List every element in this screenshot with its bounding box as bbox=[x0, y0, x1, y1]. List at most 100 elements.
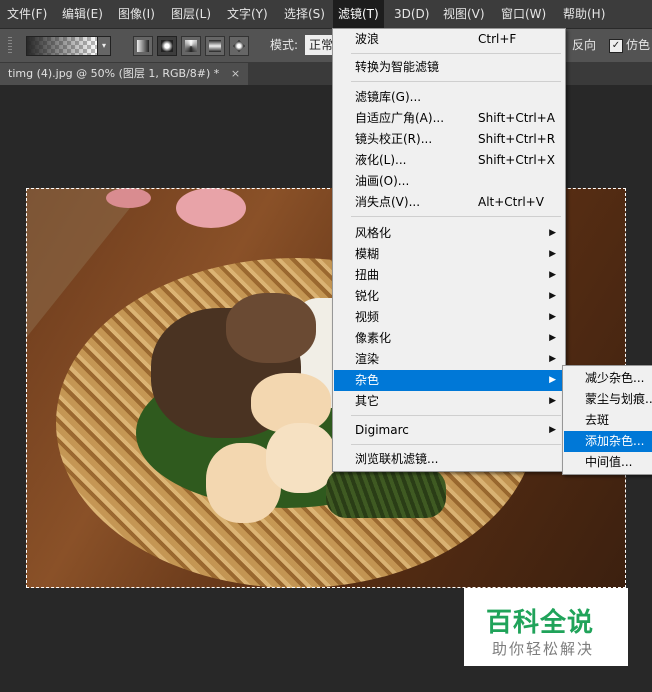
menu-item-label: 杂色 bbox=[355, 373, 380, 387]
menu-window[interactable]: 窗口(W) bbox=[496, 0, 551, 28]
menu-help[interactable]: 帮助(H) bbox=[558, 0, 610, 28]
filter-menu-item-distort[interactable]: 扭曲 ▶ bbox=[334, 265, 564, 286]
filter-menu-item-vanishing-point[interactable]: 消失点(V)... Alt+Ctrl+V bbox=[334, 192, 564, 213]
diamond-gradient-button[interactable] bbox=[229, 36, 249, 56]
menu-item-label: 滤镜库(G)... bbox=[355, 90, 422, 104]
angle-gradient-button[interactable] bbox=[181, 36, 201, 56]
submenu-arrow-icon: ▶ bbox=[549, 270, 556, 280]
submenu-arrow-icon: ▶ bbox=[549, 333, 556, 343]
filter-menu-item-last-filter[interactable]: 波浪 Ctrl+F bbox=[334, 29, 564, 50]
reflected-gradient-icon bbox=[209, 40, 221, 52]
filter-menu-item-adaptive-wide-angle[interactable]: 自适应广角(A)... Shift+Ctrl+A bbox=[334, 108, 564, 129]
noise-submenu-item-median[interactable]: 中间值... bbox=[564, 452, 652, 473]
submenu-arrow-icon: ▶ bbox=[549, 249, 556, 259]
noise-submenu: 减少杂色... 蒙尘与划痕... 去斑 添加杂色... 中间值... bbox=[562, 365, 652, 475]
menu-separator bbox=[351, 81, 561, 82]
submenu-arrow-icon: ▶ bbox=[549, 354, 556, 364]
menu-item-label: 消失点(V)... bbox=[355, 195, 421, 209]
watermark-title: 百科全说 bbox=[486, 608, 595, 638]
noise-submenu-item-dust-scratches[interactable]: 蒙尘与划痕... bbox=[564, 389, 652, 410]
menu-item-shortcut: Ctrl+F bbox=[478, 32, 517, 46]
canvas-photo-glass-2 bbox=[106, 188, 151, 208]
menu-item-label: 减少杂色... bbox=[585, 371, 645, 385]
filter-menu-item-stylize[interactable]: 风格化 ▶ bbox=[334, 223, 564, 244]
menu-item-label: 渲染 bbox=[355, 352, 380, 366]
menu-item-label: 锐化 bbox=[355, 289, 380, 303]
noise-submenu-item-reduce-noise[interactable]: 减少杂色... bbox=[564, 368, 652, 389]
reflected-gradient-button[interactable] bbox=[205, 36, 225, 56]
menu-item-label: 浏览联机滤镜... bbox=[355, 452, 439, 466]
menu-filter[interactable]: 滤镜(T) bbox=[333, 0, 384, 28]
close-tab-icon[interactable]: × bbox=[231, 67, 240, 80]
menu-separator bbox=[351, 216, 561, 217]
menu-item-label: 去斑 bbox=[585, 413, 610, 427]
linear-gradient-icon bbox=[137, 40, 149, 52]
menu-item-label: 自适应广角(A)... bbox=[355, 111, 445, 125]
menu-item-label: 蒙尘与划痕... bbox=[585, 392, 652, 406]
gradient-dropdown-button[interactable]: ▾ bbox=[97, 36, 111, 56]
menu-type[interactable]: 文字(Y) bbox=[222, 0, 273, 28]
submenu-arrow-icon: ▶ bbox=[549, 425, 556, 435]
menu-item-label: 视频 bbox=[355, 310, 380, 324]
radial-gradient-button[interactable] bbox=[157, 36, 177, 56]
menu-3d[interactable]: 3D(D) bbox=[389, 0, 434, 28]
dither-label: 仿色 bbox=[626, 38, 651, 52]
submenu-arrow-icon: ▶ bbox=[549, 375, 556, 385]
canvas-photo-chicken-wing bbox=[226, 293, 316, 363]
radial-gradient-icon bbox=[161, 40, 173, 52]
canvas-photo-cracker-3 bbox=[266, 423, 336, 493]
menu-item-label: 中间值... bbox=[585, 455, 633, 469]
filter-menu-item-video[interactable]: 视频 ▶ bbox=[334, 307, 564, 328]
diamond-gradient-icon bbox=[233, 40, 245, 52]
menu-item-label: 扭曲 bbox=[355, 268, 380, 282]
filter-menu-item-liquify[interactable]: 液化(L)... Shift+Ctrl+X bbox=[334, 150, 564, 171]
angle-gradient-icon bbox=[185, 40, 197, 52]
menu-item-label: 镜头校正(R)... bbox=[355, 132, 433, 146]
filter-menu-item-oil-paint[interactable]: 油画(O)... bbox=[334, 171, 564, 192]
menu-file[interactable]: 文件(F) bbox=[2, 0, 52, 28]
menu-item-label: 模糊 bbox=[355, 247, 380, 261]
canvas-photo-beans bbox=[326, 468, 446, 518]
filter-menu-item-digimarc[interactable]: Digimarc ▶ bbox=[334, 420, 564, 441]
menu-item-label: 波浪 bbox=[355, 32, 380, 46]
noise-submenu-item-add-noise[interactable]: 添加杂色... bbox=[564, 431, 652, 452]
menu-image[interactable]: 图像(I) bbox=[113, 0, 160, 28]
menu-separator bbox=[351, 53, 561, 54]
filter-menu-item-blur[interactable]: 模糊 ▶ bbox=[334, 244, 564, 265]
menu-item-label: 风格化 bbox=[355, 226, 392, 240]
filter-menu-item-sharpen[interactable]: 锐化 ▶ bbox=[334, 286, 564, 307]
reverse-label: 反向 bbox=[572, 38, 597, 52]
dither-checkbox[interactable]: ✓ bbox=[609, 39, 623, 53]
filter-menu-item-browse-online[interactable]: 浏览联机滤镜... bbox=[334, 449, 564, 470]
filter-menu-item-pixelate[interactable]: 像素化 ▶ bbox=[334, 328, 564, 349]
menu-item-shortcut: Shift+Ctrl+A bbox=[478, 111, 555, 125]
menu-item-shortcut: Alt+Ctrl+V bbox=[478, 195, 544, 209]
menu-item-label: 其它 bbox=[355, 394, 380, 408]
submenu-arrow-icon: ▶ bbox=[549, 228, 556, 238]
filter-menu-item-noise[interactable]: 杂色 ▶ bbox=[334, 370, 564, 391]
toolbar-grip-icon[interactable] bbox=[8, 37, 12, 53]
filter-menu-item-filter-gallery[interactable]: 滤镜库(G)... bbox=[334, 87, 564, 108]
filter-menu: 波浪 Ctrl+F 转换为智能滤镜 滤镜库(G)... 自适应广角(A)... … bbox=[332, 28, 566, 472]
menu-select[interactable]: 选择(S) bbox=[279, 0, 330, 28]
menu-layer[interactable]: 图层(L) bbox=[166, 0, 216, 28]
menu-item-label: 像素化 bbox=[355, 331, 392, 345]
menu-item-shortcut: Shift+Ctrl+R bbox=[478, 132, 556, 146]
menu-bar: 文件(F) 编辑(E) 图像(I) 图层(L) 文字(Y) 选择(S) 滤镜(T… bbox=[0, 0, 652, 29]
menu-item-label: Digimarc bbox=[355, 423, 409, 437]
filter-menu-item-smart-filter[interactable]: 转换为智能滤镜 bbox=[334, 57, 564, 78]
linear-gradient-button[interactable] bbox=[133, 36, 153, 56]
noise-submenu-item-despeckle[interactable]: 去斑 bbox=[564, 410, 652, 431]
filter-menu-item-other[interactable]: 其它 ▶ bbox=[334, 391, 564, 412]
menu-view[interactable]: 视图(V) bbox=[438, 0, 490, 28]
filter-menu-item-render[interactable]: 渲染 ▶ bbox=[334, 349, 564, 370]
document-tab[interactable]: timg (4).jpg @ 50% (图层 1, RGB/8#) * × bbox=[0, 63, 249, 85]
document-tab-title: timg (4).jpg @ 50% (图层 1, RGB/8#) * bbox=[8, 67, 220, 80]
filter-menu-item-lens-correction[interactable]: 镜头校正(R)... Shift+Ctrl+R bbox=[334, 129, 564, 150]
watermark-subtitle: 助你轻松解决 bbox=[492, 640, 595, 658]
menu-edit[interactable]: 编辑(E) bbox=[57, 0, 108, 28]
menu-item-label: 添加杂色... bbox=[585, 434, 645, 448]
menu-item-label: 转换为智能滤镜 bbox=[355, 60, 440, 74]
menu-separator bbox=[351, 415, 561, 416]
gradient-picker[interactable] bbox=[26, 36, 98, 56]
